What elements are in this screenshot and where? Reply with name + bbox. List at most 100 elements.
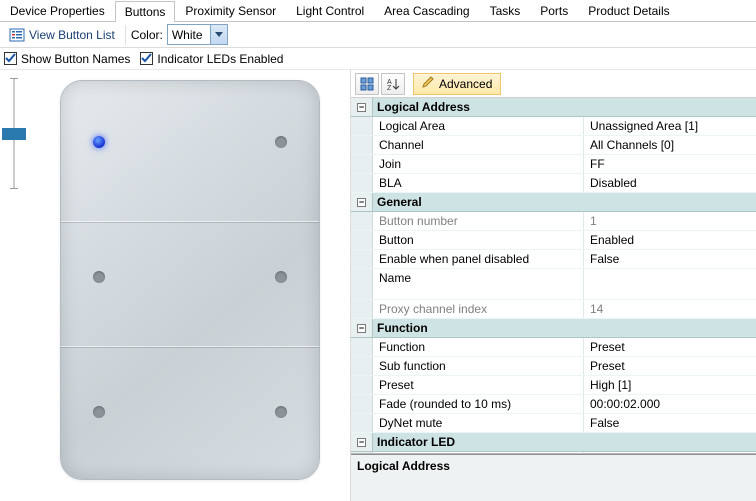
property-toolbar: AZ Advanced	[351, 70, 756, 98]
property-row[interactable]: Button number1	[351, 212, 756, 231]
property-value[interactable]: Enabled	[583, 231, 756, 249]
tab-proximity-sensor[interactable]: Proximity Sensor	[175, 0, 286, 21]
collapse-toggle[interactable]: −	[351, 98, 373, 116]
property-name: DyNet mute	[373, 414, 583, 432]
property-name: Proxy channel index	[373, 300, 583, 318]
property-value[interactable]: Disabled	[583, 174, 756, 192]
show-button-names-checkbox[interactable]: Show Button Names	[4, 52, 130, 66]
toolbar: View Button List Color: White	[0, 22, 756, 48]
separator	[125, 25, 126, 45]
indicator-leds-enabled-checkbox[interactable]: Indicator LEDs Enabled	[140, 52, 283, 66]
gutter	[351, 414, 373, 432]
led-button-6[interactable]	[275, 406, 287, 418]
categorized-button[interactable]	[355, 73, 379, 95]
led-button-4[interactable]	[275, 271, 287, 283]
property-row[interactable]: BLADisabled	[351, 174, 756, 193]
led-button-2[interactable]	[275, 136, 287, 148]
property-grid[interactable]: −Logical AddressLogical AreaUnassigned A…	[351, 98, 756, 454]
property-name: Function	[373, 338, 583, 356]
property-value[interactable]: All Channels [0]	[583, 136, 756, 154]
advanced-button[interactable]: Advanced	[413, 73, 501, 95]
property-row[interactable]: DyNet muteFalse	[351, 414, 756, 433]
property-value[interactable]: Preset	[583, 357, 756, 375]
property-name: Button	[373, 231, 583, 249]
property-row[interactable]: Fade (rounded to 10 ms)00:00:02.000	[351, 395, 756, 414]
alphabetical-button[interactable]: AZ	[381, 73, 405, 95]
property-pane: AZ Advanced −Logical AddressLogical Area…	[350, 70, 756, 501]
property-name: Sub function	[373, 357, 583, 375]
property-value[interactable]: High [1]	[583, 376, 756, 394]
property-name: Button number	[373, 212, 583, 230]
property-value[interactable]: False	[583, 250, 756, 268]
tab-device-properties[interactable]: Device Properties	[0, 0, 115, 21]
property-name: Preset	[373, 376, 583, 394]
tab-product-details[interactable]: Product Details	[578, 0, 679, 21]
description-pane: Logical Address	[351, 454, 756, 501]
advanced-label: Advanced	[439, 77, 492, 91]
tab-tasks[interactable]: Tasks	[480, 0, 531, 21]
vertical-slider[interactable]	[6, 78, 22, 188]
gutter	[351, 376, 373, 394]
gutter	[351, 300, 373, 318]
show-button-names-label: Show Button Names	[21, 52, 130, 66]
property-name: Channel	[373, 136, 583, 154]
property-value[interactable]: Unassigned Area [1]	[583, 117, 756, 135]
gutter	[351, 174, 373, 192]
gutter	[351, 395, 373, 413]
options-row: Show Button Names Indicator LEDs Enabled	[0, 48, 756, 70]
view-button-list-label: View Button List	[29, 28, 115, 42]
led-button-1[interactable]	[93, 136, 105, 148]
property-row[interactable]: Name	[351, 269, 756, 300]
property-value[interactable]: False	[583, 414, 756, 432]
property-category[interactable]: −Function	[351, 319, 756, 338]
property-value[interactable]: 00:00:02.000	[583, 395, 756, 413]
gutter	[351, 250, 373, 268]
indicator-leds-enabled-label: Indicator LEDs Enabled	[157, 52, 283, 66]
tab-area-cascading[interactable]: Area Cascading	[374, 0, 479, 21]
property-category[interactable]: −General	[351, 193, 756, 212]
color-value: White	[168, 28, 210, 42]
led-button-5[interactable]	[93, 406, 105, 418]
gutter	[351, 231, 373, 249]
property-row[interactable]: ChannelAll Channels [0]	[351, 136, 756, 155]
property-row[interactable]: Enable when panel disabledFalse	[351, 250, 756, 269]
gutter	[351, 338, 373, 356]
slider-thumb[interactable]	[2, 128, 26, 140]
property-name: Logical Area	[373, 117, 583, 135]
property-category[interactable]: −Logical Address	[351, 98, 756, 117]
panel-device[interactable]	[60, 80, 320, 480]
property-value[interactable]: Preset	[583, 338, 756, 356]
tab-bar: Device Properties Buttons Proximity Sens…	[0, 0, 756, 22]
property-row[interactable]: ButtonEnabled	[351, 231, 756, 250]
property-row[interactable]: Logical AreaUnassigned Area [1]	[351, 117, 756, 136]
property-value[interactable]	[583, 269, 756, 299]
gutter	[351, 269, 373, 299]
tab-ports[interactable]: Ports	[530, 0, 578, 21]
property-value[interactable]: 1	[583, 212, 756, 230]
dropdown-arrow-icon	[210, 25, 227, 44]
color-select[interactable]: White	[167, 24, 228, 45]
device-preview-pane	[0, 70, 350, 501]
property-row[interactable]: Proxy channel index14	[351, 300, 756, 319]
property-name: Name	[373, 269, 583, 299]
pencil-icon	[422, 76, 434, 91]
property-value[interactable]: FF	[583, 155, 756, 173]
property-value[interactable]: 14	[583, 300, 756, 318]
led-button-3[interactable]	[93, 271, 105, 283]
property-category[interactable]: −Indicator LED	[351, 433, 756, 452]
description-title: Logical Address	[357, 459, 750, 473]
property-name: Join	[373, 155, 583, 173]
property-row[interactable]: JoinFF	[351, 155, 756, 174]
tab-light-control[interactable]: Light Control	[286, 0, 374, 21]
checkbox-icon	[140, 52, 153, 65]
tab-buttons[interactable]: Buttons	[115, 1, 176, 22]
collapse-toggle[interactable]: −	[351, 433, 373, 451]
property-name: Enable when panel disabled	[373, 250, 583, 268]
collapse-toggle[interactable]: −	[351, 319, 373, 337]
property-row[interactable]: Sub functionPreset	[351, 357, 756, 376]
view-button-list-button[interactable]: View Button List	[4, 24, 120, 46]
gutter	[351, 357, 373, 375]
property-row[interactable]: PresetHigh [1]	[351, 376, 756, 395]
property-row[interactable]: FunctionPreset	[351, 338, 756, 357]
collapse-toggle[interactable]: −	[351, 193, 373, 211]
